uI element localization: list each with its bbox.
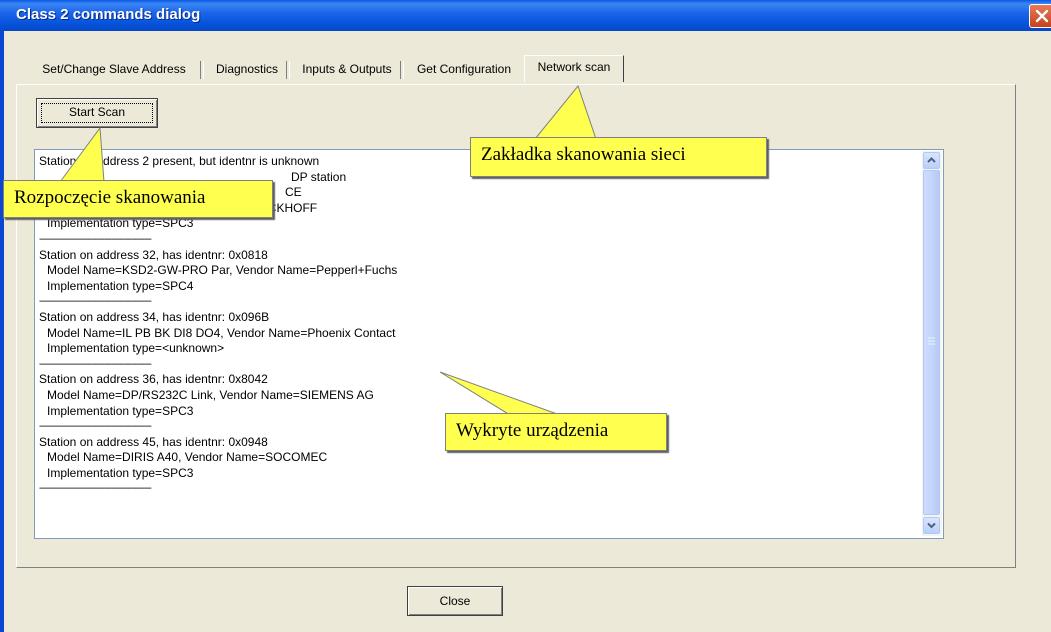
callout-devices: Wykryte urządzenia	[445, 413, 667, 451]
callout-pointer-start-scan	[59, 126, 105, 183]
callout-start-scan: Rozpoczęcie skanowania	[3, 180, 273, 218]
callout-pointer-network-tab	[533, 84, 597, 140]
callout-network-tab: Zakładka skanowania sieci	[470, 137, 767, 177]
callout-pointers	[59, 84, 597, 416]
callout-pointer-devices	[439, 371, 561, 416]
dialog-window: Class 2 commands dialog Set/Change Slave…	[0, 0, 1051, 632]
